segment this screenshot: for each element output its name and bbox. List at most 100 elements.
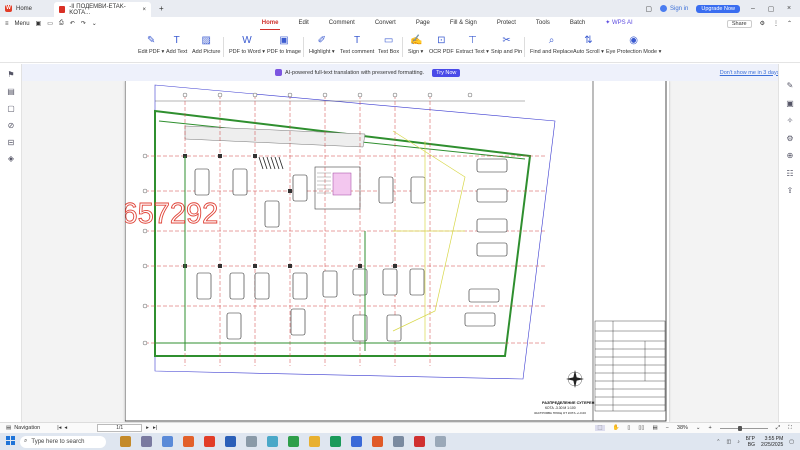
taskbar-app-icon[interactable]: [204, 436, 215, 447]
zoom-slider-handle[interactable]: [737, 425, 742, 431]
taskbar-app-icon[interactable]: [435, 436, 446, 447]
taskbar-search[interactable]: ⌕ Type here to search: [20, 435, 106, 448]
network-icon[interactable]: ◫: [726, 439, 731, 445]
redo-icon[interactable]: ↷: [81, 20, 86, 27]
signature-icon[interactable]: ⊟: [6, 138, 16, 148]
home-tab[interactable]: W Home: [0, 1, 44, 16]
single-page-icon[interactable]: ▯: [627, 425, 630, 431]
ai-side-icon[interactable]: ✧: [785, 116, 795, 126]
new-tab-icon[interactable]: +: [159, 4, 164, 13]
close-window-icon[interactable]: ×: [784, 5, 794, 12]
sign-button[interactable]: ✍ Sign ▾: [408, 35, 423, 55]
windows-start-icon[interactable]: [6, 436, 15, 445]
layers-icon[interactable]: ◈: [6, 154, 16, 164]
more-icon[interactable]: ⋮: [773, 20, 779, 27]
close-tab-icon[interactable]: ×: [142, 7, 146, 13]
taskbar-app-icon[interactable]: [372, 436, 383, 447]
taskbar-app-icon[interactable]: [183, 436, 194, 447]
edit-side-icon[interactable]: ✎: [785, 81, 795, 91]
edit-pdf-button[interactable]: ✎ Edit PDF ▾: [138, 35, 164, 55]
ocr-pdf-button[interactable]: ⊡ OCR PDF: [429, 35, 454, 55]
open-icon[interactable]: ▭: [47, 20, 53, 27]
document-viewport[interactable]: 0885657292 РАЗПРЕДЕЛЕНИЕ СУТЕРЕН КОТА -3…: [22, 81, 778, 422]
notification-icon[interactable]: ▢: [789, 439, 794, 445]
comment-icon[interactable]: ▢: [6, 104, 16, 114]
fit-icon[interactable]: ⤢: [776, 425, 780, 432]
page-number-field[interactable]: 1/1: [97, 424, 143, 432]
taskbar-app-icon[interactable]: [120, 436, 131, 447]
taskbar-app-icon[interactable]: [351, 436, 362, 447]
taskbar-app-icon[interactable]: [330, 436, 341, 447]
find-replace-button[interactable]: ⌕ Find and Replace: [530, 35, 573, 55]
properties-side-icon[interactable]: ⚙: [785, 134, 795, 144]
tab-fill-sign[interactable]: Fill & Sign: [440, 17, 487, 30]
tab-wps-ai[interactable]: ✦ WPS AI: [595, 17, 642, 30]
next-page-icon[interactable]: ▸: [146, 425, 149, 431]
clock[interactable]: 3:55 PM 2/25/2025: [761, 436, 783, 448]
convert-side-icon[interactable]: ▣: [785, 99, 795, 109]
text-box-button[interactable]: ▭ Text Box: [378, 35, 399, 55]
zoom-in-icon[interactable]: +: [709, 425, 712, 431]
dont-show-link[interactable]: Don't show me in 3 days: [720, 70, 780, 76]
save-icon[interactable]: ▣: [36, 20, 42, 27]
share-side-icon[interactable]: ⇪: [785, 186, 795, 196]
tab-home[interactable]: Home: [252, 17, 289, 30]
tab-batch[interactable]: Batch: [560, 17, 595, 30]
fullscreen-icon[interactable]: ⛶: [788, 425, 792, 432]
pdf-to-word-button[interactable]: W PDF to Word ▾: [229, 35, 265, 55]
prev-page-icon[interactable]: ◂: [64, 425, 67, 431]
text-comment-button[interactable]: T Text comment: [340, 35, 374, 55]
zoom-dropdown-icon[interactable]: ⌄: [696, 425, 701, 431]
first-page-icon[interactable]: |◂: [57, 425, 61, 431]
tab-protect[interactable]: Protect: [487, 17, 526, 30]
maximize-icon[interactable]: ▢: [766, 5, 776, 13]
collapse-ribbon-icon[interactable]: ⌃: [787, 20, 792, 27]
taskbar-app-icon[interactable]: [246, 436, 257, 447]
minimize-icon[interactable]: –: [748, 5, 758, 12]
document-tab[interactable]: -II ПОДЕМВИ-ETAK-KOTA... ×: [54, 2, 151, 17]
undo-icon[interactable]: ↶: [70, 20, 75, 27]
highlight-button[interactable]: ✐ Highlight ▾: [309, 35, 335, 55]
zoom-side-icon[interactable]: ⊕: [785, 151, 795, 161]
taskbar-app-icon[interactable]: [267, 436, 278, 447]
settings-icon[interactable]: ⚙: [760, 20, 765, 27]
taskbar-app-icon[interactable]: [141, 436, 152, 447]
snip-pin-button[interactable]: ✂ Snip and Pin: [491, 35, 522, 55]
taskbar-app-icon[interactable]: [414, 436, 425, 447]
select-tool-icon[interactable]: ⬚: [595, 425, 605, 431]
add-picture-button[interactable]: ▨ Add Picture: [192, 35, 220, 55]
tools-side-icon[interactable]: ☷: [785, 169, 795, 179]
continuous-icon[interactable]: ▤: [652, 425, 657, 431]
taskbar-app-icon[interactable]: [288, 436, 299, 447]
sign-in-button[interactable]: Sign in: [660, 5, 688, 12]
thumbnails-icon[interactable]: ▤: [6, 87, 16, 97]
tab-tools[interactable]: Tools: [526, 17, 560, 30]
taskbar-app-icon[interactable]: [309, 436, 320, 447]
upgrade-button[interactable]: Upgrade Now: [696, 4, 740, 13]
tab-convert[interactable]: Convert: [365, 17, 406, 30]
language-indicator[interactable]: БГР BG: [746, 436, 755, 448]
menu-button[interactable]: Menu: [15, 21, 30, 27]
tab-page[interactable]: Page: [406, 17, 440, 30]
tab-comment[interactable]: Comment: [319, 17, 365, 30]
tray-chevron-icon[interactable]: ⌃: [716, 439, 720, 445]
extract-text-button[interactable]: ⊤ Extract Text ▾: [456, 35, 489, 55]
zoom-slider[interactable]: [719, 425, 768, 431]
window-switch-icon[interactable]: ▢: [645, 5, 652, 13]
dropdown-chevron-icon[interactable]: ⌄: [92, 20, 97, 27]
taskbar-app-icon[interactable]: [393, 436, 404, 447]
attachment-icon[interactable]: ⊘: [6, 121, 16, 131]
zoom-out-icon[interactable]: −: [666, 425, 669, 431]
bookmark-icon[interactable]: ⚑: [6, 70, 16, 80]
tab-edit[interactable]: Edit: [288, 17, 318, 30]
taskbar-app-icon[interactable]: [225, 436, 236, 447]
hand-tool-icon[interactable]: ✋: [613, 425, 620, 431]
share-button[interactable]: Share: [726, 19, 752, 28]
try-now-button[interactable]: Try Now: [432, 68, 461, 77]
pdf-to-image-button[interactable]: ▣ PDF to Image: [267, 35, 301, 55]
eye-protection-button[interactable]: ◉ Eye Protection Mode ▾: [606, 35, 661, 55]
print-icon[interactable]: ⎙: [59, 20, 64, 27]
hamburger-icon[interactable]: ≡: [5, 21, 9, 27]
zoom-level[interactable]: 38%: [677, 425, 688, 431]
add-text-button[interactable]: T Add Text: [166, 35, 187, 55]
